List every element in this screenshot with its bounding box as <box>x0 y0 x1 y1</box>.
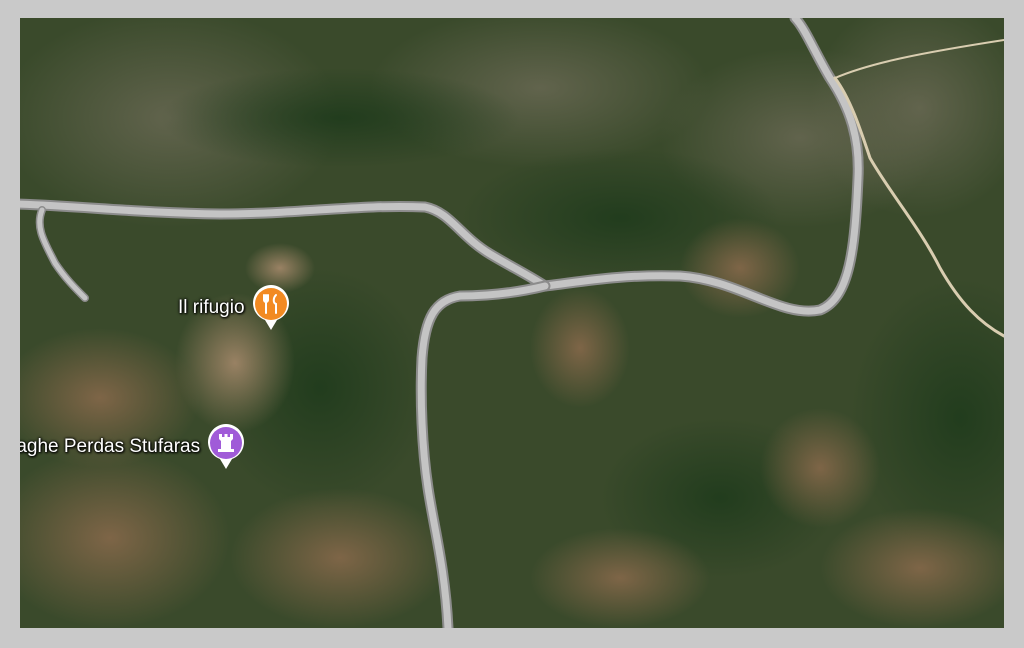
poi-historical-site[interactable]: raghe Perdas Stufaras <box>20 423 246 471</box>
poi-restaurant[interactable]: Il rifugio <box>178 284 291 332</box>
poi-label[interactable]: raghe Perdas Stufaras <box>20 436 200 458</box>
fork-knife-icon[interactable] <box>251 284 291 332</box>
map-viewport[interactable]: Il rifugio raghe Perdas Stufaras <box>20 18 1004 628</box>
satellite-terrain <box>20 18 1004 628</box>
poi-label[interactable]: Il rifugio <box>178 297 245 319</box>
castle-tower-icon[interactable] <box>206 423 246 471</box>
